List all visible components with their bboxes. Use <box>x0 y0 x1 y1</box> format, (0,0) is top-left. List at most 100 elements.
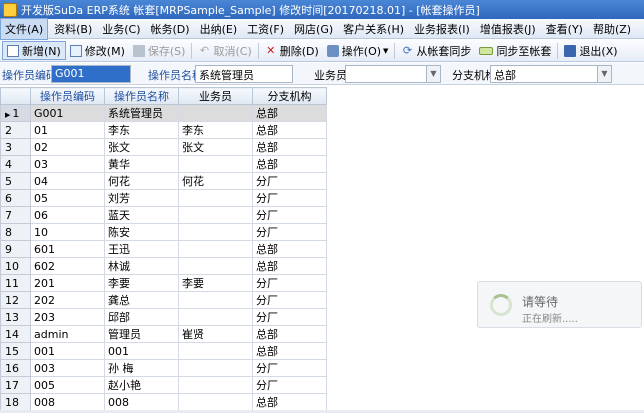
cell-name[interactable]: 001 <box>104 342 179 360</box>
cell-code[interactable]: 008 <box>30 393 105 411</box>
cell-name[interactable]: 008 <box>104 393 179 411</box>
cell-name[interactable]: 孙 梅 <box>104 359 179 377</box>
operator-name-input[interactable]: 系统管理员 <box>195 65 293 83</box>
cell-name[interactable]: 林诚 <box>104 257 179 275</box>
cell-branch[interactable]: 总部 <box>252 325 327 343</box>
table-row[interactable]: 9 601 王迅 总部 <box>0 240 327 258</box>
branch-select[interactable]: 总部 <box>490 65 598 83</box>
menu-webshop[interactable]: 网店(G) <box>290 19 337 39</box>
sync-to-account-button[interactable]: 同步至帐套 <box>475 41 555 60</box>
cell-code[interactable]: admin <box>30 325 105 343</box>
table-row[interactable]: 7 06 蓝天 分厂 <box>0 206 327 224</box>
cell-code[interactable]: 602 <box>30 257 105 275</box>
cell-code[interactable]: 03 <box>30 155 105 173</box>
table-row[interactable]: 18 008 008 总部 <box>0 393 327 411</box>
menu-business-reports[interactable]: 业务报表(I) <box>410 19 474 39</box>
cancel-button[interactable]: ↶ 取消(C) <box>194 41 255 60</box>
cell-clerk[interactable] <box>178 376 253 394</box>
column-header-name[interactable]: 操作员名称 <box>104 87 179 105</box>
branch-dropdown-icon[interactable]: ▼ <box>598 65 612 83</box>
menu-data[interactable]: 资料(B) <box>50 19 96 39</box>
cell-branch[interactable]: 分厂 <box>252 172 327 190</box>
menu-value-reports[interactable]: 增值报表(J) <box>476 19 540 39</box>
menu-help[interactable]: 帮助(Z) <box>589 19 635 39</box>
menu-crm[interactable]: 客户关系(H) <box>339 19 408 39</box>
table-row[interactable]: 10 602 林诚 总部 <box>0 257 327 275</box>
column-header-code[interactable]: 操作员编码 <box>30 87 105 105</box>
cell-code[interactable]: 001 <box>30 342 105 360</box>
cell-branch[interactable]: 总部 <box>252 257 327 275</box>
cell-branch[interactable]: 分厂 <box>252 223 327 241</box>
sync-from-account-button[interactable]: ⟳ 从帐套同步 <box>397 41 475 60</box>
cell-clerk[interactable] <box>178 257 253 275</box>
table-row[interactable]: 6 05 刘芳 分厂 <box>0 189 327 207</box>
table-row[interactable]: 8 10 陈安 分厂 <box>0 223 327 241</box>
cell-branch[interactable]: 总部 <box>252 342 327 360</box>
clerk-select[interactable] <box>345 65 427 83</box>
cell-branch[interactable]: 分厂 <box>252 206 327 224</box>
cell-name[interactable]: 陈安 <box>104 223 179 241</box>
cell-name[interactable]: 管理员 <box>104 325 179 343</box>
table-row[interactable]: 17 005 赵小艳 分厂 <box>0 376 327 394</box>
cell-branch[interactable]: 分厂 <box>252 359 327 377</box>
cell-clerk[interactable]: 李要 <box>178 274 253 292</box>
cell-name[interactable]: 何花 <box>104 172 179 190</box>
clerk-dropdown-icon[interactable]: ▼ <box>427 65 441 83</box>
menu-payroll[interactable]: 工资(F) <box>243 19 288 39</box>
cell-code[interactable]: 003 <box>30 359 105 377</box>
cell-branch[interactable]: 分厂 <box>252 274 327 292</box>
cell-code[interactable]: 04 <box>30 172 105 190</box>
table-row[interactable]: 15 001 001 总部 <box>0 342 327 360</box>
cell-code[interactable]: 01 <box>30 121 105 139</box>
table-row[interactable]: 12 202 龚总 分厂 <box>0 291 327 309</box>
cell-name[interactable]: 张文 <box>104 138 179 156</box>
cell-name[interactable]: 黄华 <box>104 155 179 173</box>
edit-button[interactable]: 修改(M) <box>66 41 129 60</box>
cell-code[interactable]: 203 <box>30 308 105 326</box>
cell-code[interactable]: 06 <box>30 206 105 224</box>
cell-name[interactable]: 邱部 <box>104 308 179 326</box>
table-row[interactable]: ▶ 1 G001 系统管理员 总部 <box>0 104 327 122</box>
table-row[interactable]: 14 admin 管理员 崔贤 总部 <box>0 325 327 343</box>
cell-clerk[interactable]: 崔贤 <box>178 325 253 343</box>
cell-clerk[interactable] <box>178 308 253 326</box>
cell-name[interactable]: 李东 <box>104 121 179 139</box>
cell-clerk[interactable] <box>178 206 253 224</box>
cell-clerk[interactable]: 张文 <box>178 138 253 156</box>
cell-branch[interactable]: 分厂 <box>252 291 327 309</box>
cell-name[interactable]: 王迅 <box>104 240 179 258</box>
cell-name[interactable]: 赵小艳 <box>104 376 179 394</box>
cell-name[interactable]: 系统管理员 <box>104 104 179 122</box>
cell-clerk[interactable] <box>178 240 253 258</box>
table-row[interactable]: 3 02 张文 张文 总部 <box>0 138 327 156</box>
cell-clerk[interactable] <box>178 342 253 360</box>
cell-clerk[interactable] <box>178 189 253 207</box>
cell-branch[interactable]: 总部 <box>252 393 327 411</box>
cell-code[interactable]: G001 <box>30 104 105 122</box>
cell-clerk[interactable] <box>178 359 253 377</box>
operator-code-input[interactable]: G001 <box>51 65 131 83</box>
table-row[interactable]: 2 01 李东 李东 总部 <box>0 121 327 139</box>
cell-code[interactable]: 02 <box>30 138 105 156</box>
table-row[interactable]: 4 03 黄华 总部 <box>0 155 327 173</box>
save-button[interactable]: 保存(S) <box>129 41 190 60</box>
cell-branch[interactable]: 总部 <box>252 138 327 156</box>
cell-code[interactable]: 005 <box>30 376 105 394</box>
column-header-clerk[interactable]: 业务员 <box>178 87 253 105</box>
cell-clerk[interactable]: 何花 <box>178 172 253 190</box>
table-row[interactable]: 11 201 李要 李要 分厂 <box>0 274 327 292</box>
menu-view[interactable]: 查看(Y) <box>542 19 587 39</box>
cell-clerk[interactable] <box>178 223 253 241</box>
operate-dropdown-button[interactable]: 操作(O) ▼ <box>323 41 393 60</box>
table-row[interactable]: 5 04 何花 何花 分厂 <box>0 172 327 190</box>
menu-business[interactable]: 业务(C) <box>98 19 144 39</box>
cell-clerk[interactable] <box>178 104 253 122</box>
menu-cashier[interactable]: 出纳(E) <box>196 19 242 39</box>
cell-name[interactable]: 龚总 <box>104 291 179 309</box>
menu-accounting[interactable]: 帐务(D) <box>147 19 194 39</box>
cell-branch[interactable]: 分厂 <box>252 308 327 326</box>
menu-file[interactable]: 文件(A) <box>0 17 49 40</box>
cell-code[interactable]: 201 <box>30 274 105 292</box>
cell-code[interactable]: 05 <box>30 189 105 207</box>
cell-code[interactable]: 601 <box>30 240 105 258</box>
